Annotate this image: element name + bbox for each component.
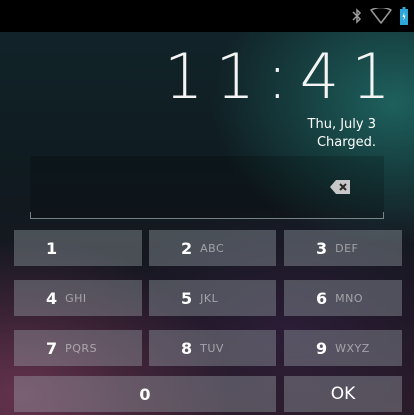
key-number: 2 [181, 238, 193, 258]
key-number: 3 [316, 238, 328, 258]
key-letters: PQRS [65, 341, 98, 355]
key-9[interactable]: 9 WXYZ [284, 330, 402, 366]
charge-status: Charged. [316, 135, 376, 150]
key-4[interactable]: 4 GHI [14, 280, 142, 316]
key-5[interactable]: 5 JKL [149, 280, 276, 316]
key-number: 0 [139, 384, 151, 404]
key-6[interactable]: 6 MNO [284, 280, 402, 316]
clock: 11:41 [164, 40, 391, 114]
key-letters: ABC [200, 241, 225, 255]
key-3[interactable]: 3 DEF [284, 230, 402, 266]
key-0[interactable]: 0 [14, 376, 276, 412]
key-letters: GHI [65, 291, 87, 305]
ok-label: OK [330, 384, 356, 404]
lockscreen: 11:41 Thu, July 3 Charged. 1 2 ABC 3 DEF [0, 0, 414, 415]
key-2[interactable]: 2 ABC [149, 230, 276, 266]
key-letters: DEF [335, 241, 359, 255]
svg-text:11:41: 11:41 [164, 40, 384, 110]
key-8[interactable]: 8 TUV [149, 330, 276, 366]
key-number: 8 [181, 338, 193, 358]
key-number: 4 [46, 288, 58, 308]
key-7[interactable]: 7 PQRS [14, 330, 142, 366]
key-letters: JKL [200, 291, 219, 305]
bluetooth-icon [352, 8, 362, 24]
ok-button[interactable]: OK [284, 376, 402, 412]
clock-digits: 11:41 [164, 40, 391, 113]
key-letters: WXYZ [335, 341, 370, 355]
key-number: 1 [46, 238, 58, 258]
key-number: 9 [316, 338, 328, 358]
pin-input[interactable] [30, 156, 384, 219]
key-number: 7 [46, 338, 58, 358]
key-number: 6 [316, 288, 328, 308]
key-letters: MNO [335, 291, 364, 305]
status-bar [0, 0, 414, 32]
date-label: Thu, July 3 [307, 117, 376, 132]
key-number: 5 [181, 288, 193, 308]
key-letters: TUV [200, 341, 224, 355]
wifi-icon [370, 8, 392, 24]
battery-icon [400, 7, 408, 25]
key-1[interactable]: 1 [14, 230, 142, 266]
backspace-icon[interactable] [330, 179, 350, 194]
pin-keypad: 1 2 ABC 3 DEF 4 GHI 5 JKL 6 MNO 7 PQRS 8… [14, 230, 402, 415]
